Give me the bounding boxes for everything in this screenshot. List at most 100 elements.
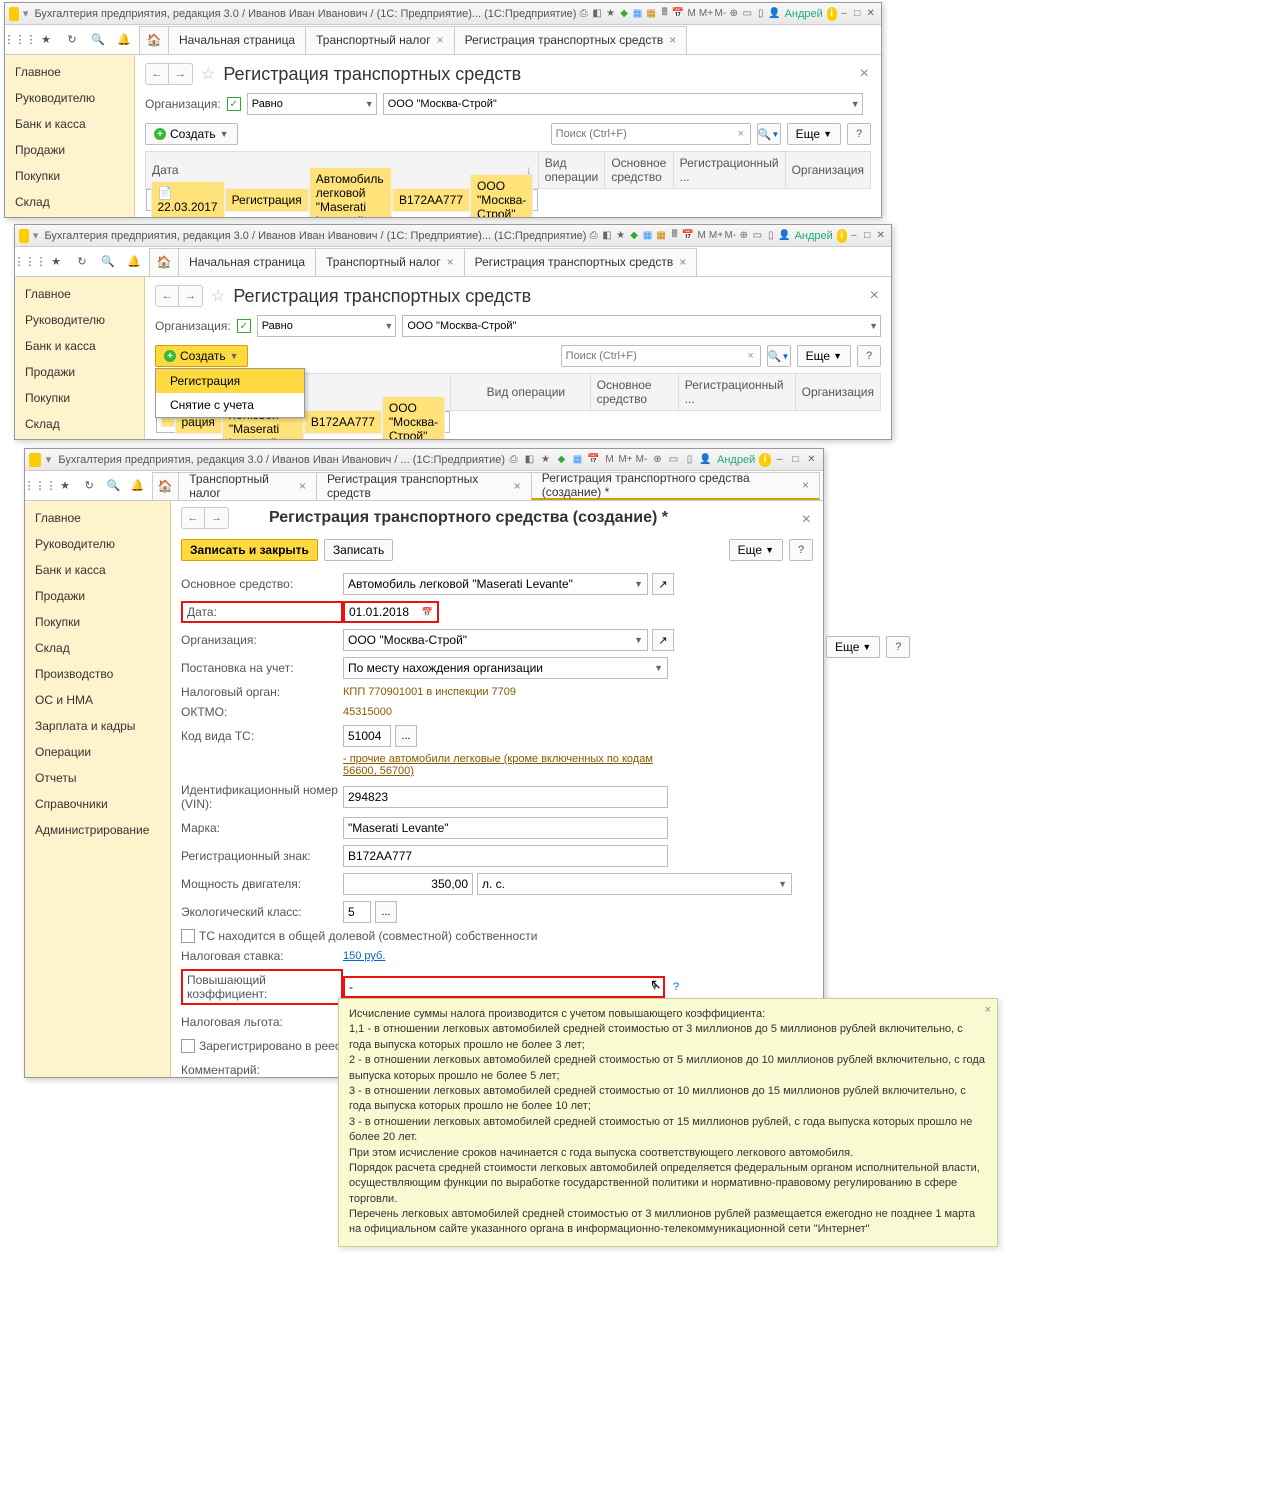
nav-fwd-button[interactable]: → <box>205 507 229 529</box>
m-icon[interactable]: M <box>602 452 617 468</box>
bell-icon[interactable]: 🔔 <box>123 251 145 273</box>
tool-icon-5[interactable]: ▦ <box>655 228 668 244</box>
sidebar-item[interactable]: Администрирование <box>25 817 170 843</box>
tab-close-icon[interactable]: × <box>447 255 454 269</box>
info-icon[interactable]: i <box>827 7 837 21</box>
sidebar-item[interactable]: Продажи <box>25 583 170 609</box>
asset-select[interactable]: Автомобиль легковой "Maserati Levante"▼ <box>343 573 648 595</box>
search-field[interactable] <box>552 128 732 140</box>
sidebar-item-sales[interactable]: Продажи <box>5 137 134 163</box>
m-icon[interactable]: M <box>695 228 708 244</box>
sidebar-item-bank[interactable]: Банк и касса <box>15 333 144 359</box>
open-button[interactable]: ↗ <box>652 573 674 595</box>
search-button[interactable]: 🔍▼ <box>767 345 791 367</box>
create-button[interactable]: Создать ▼ <box>155 345 248 367</box>
page-close-icon[interactable]: × <box>870 287 879 305</box>
calendar-icon[interactable]: 📅 <box>422 607 433 618</box>
tool-icon-4[interactable]: ▦ <box>631 6 644 22</box>
sidebar-item[interactable]: Склад <box>25 635 170 661</box>
star-icon[interactable]: ★ <box>45 251 67 273</box>
panel2-icon[interactable]: ▯ <box>755 6 768 22</box>
sidebar-item[interactable]: Главное <box>25 505 170 531</box>
col-operation[interactable]: Вид операции <box>538 152 605 189</box>
tab-home[interactable]: 🏠 <box>149 248 179 276</box>
bell-icon[interactable]: 🔔 <box>127 475 147 497</box>
sidebar-item-bank[interactable]: Банк и касса <box>5 111 134 137</box>
col-org[interactable]: Организация <box>795 374 880 411</box>
col-asset[interactable]: Основное средство <box>590 374 678 411</box>
shared-checkbox[interactable] <box>181 929 195 943</box>
tool-icon-2[interactable]: ★ <box>538 452 553 468</box>
print-icon[interactable]: ⎙ <box>577 6 590 22</box>
help-button[interactable]: ? <box>847 123 871 145</box>
panel-icon[interactable]: ▭ <box>751 228 764 244</box>
minimize-button[interactable]: – <box>838 6 851 22</box>
org-checkbox[interactable]: ✓ <box>227 97 241 111</box>
vin-input[interactable]: 294823 <box>343 786 668 808</box>
filter-condition-select[interactable]: Равно▼ <box>257 315 397 337</box>
tool-icon-3[interactable]: ◆ <box>554 452 569 468</box>
pick-button[interactable]: ... <box>375 901 397 923</box>
more-button[interactable]: Еще ▼ <box>729 539 783 561</box>
clear-icon[interactable]: × <box>732 128 750 140</box>
panel2-icon[interactable]: ▯ <box>682 452 697 468</box>
col-regno[interactable]: Регистрационный ... <box>673 152 785 189</box>
tool-icon-3[interactable]: ◆ <box>618 6 631 22</box>
apps-icon[interactable]: ⋮⋮⋮ <box>29 475 51 497</box>
tab-close-icon[interactable]: × <box>299 479 306 493</box>
maximize-button[interactable]: □ <box>788 452 803 468</box>
maximize-button[interactable]: □ <box>861 228 874 244</box>
tool-icon-4[interactable]: ▦ <box>570 452 585 468</box>
apps-icon[interactable]: ⋮⋮⋮ <box>19 251 41 273</box>
sidebar-item[interactable]: ОС и НМА <box>25 687 170 713</box>
calendar-icon[interactable]: 📅 <box>586 452 601 468</box>
tab-close-icon[interactable]: × <box>514 479 521 493</box>
tooltip-close-icon[interactable]: × <box>985 1003 991 1018</box>
nav-fwd-button[interactable]: → <box>179 285 203 307</box>
filter-condition-select[interactable]: Равно▼ <box>247 93 377 115</box>
search-icon[interactable]: 🔍 <box>87 29 109 51</box>
bell-icon[interactable]: 🔔 <box>113 29 135 51</box>
col-asset[interactable]: Основное средство <box>605 152 673 189</box>
open-button[interactable]: ↗ <box>652 629 674 651</box>
tab-transport-tax[interactable]: Транспортный налог× <box>305 26 455 54</box>
zoom-icon[interactable]: ⊕ <box>738 228 751 244</box>
tab-close-icon[interactable]: × <box>669 33 676 47</box>
reg-select[interactable]: По месту нахождения организации▼ <box>343 657 668 679</box>
org-select[interactable]: ООО "Москва-Строй"▼ <box>343 629 648 651</box>
minimize-button[interactable]: – <box>772 452 787 468</box>
eco-input[interactable]: 5 <box>343 901 371 923</box>
menu-item-deregistration[interactable]: Снятие с учета <box>156 393 304 417</box>
filter-org-select[interactable]: ООО "Москва-Строй"▼ <box>383 93 863 115</box>
col-org[interactable]: Организация <box>785 152 870 189</box>
sidebar-item[interactable]: Банк и касса <box>25 557 170 583</box>
tab-registration[interactable]: Регистрация транспортных средств× <box>464 248 698 276</box>
col-regno[interactable]: Регистрационный ... <box>678 374 795 411</box>
sidebar-item-purchases[interactable]: Покупки <box>15 385 144 411</box>
more-button-peek[interactable]: Еще ▼ <box>826 636 880 658</box>
more-button[interactable]: Еще ▼ <box>787 123 841 145</box>
registered-checkbox[interactable] <box>181 1039 195 1053</box>
page-close-icon[interactable]: × <box>802 511 811 529</box>
tool-icon-3[interactable]: ◆ <box>628 228 641 244</box>
nav-back-button[interactable]: ← <box>155 285 179 307</box>
search-field[interactable] <box>562 350 742 362</box>
dropdown-icon[interactable]: ▾ <box>21 7 31 21</box>
panel2-icon[interactable]: ▯ <box>765 228 778 244</box>
tab-home[interactable]: 🏠 <box>139 26 169 54</box>
search-icon[interactable]: 🔍 <box>103 475 123 497</box>
create-button[interactable]: Создать ▼ <box>145 123 238 145</box>
filter-org-select[interactable]: ООО "Москва-Строй"▼ <box>402 315 881 337</box>
regno-input[interactable]: B172AA777 <box>343 845 668 867</box>
search-icon[interactable]: 🔍 <box>97 251 119 273</box>
history-icon[interactable]: ↻ <box>79 475 99 497</box>
m-plus-icon[interactable]: M+ <box>618 452 633 468</box>
dropdown-icon[interactable]: ▾ <box>43 453 55 467</box>
history-icon[interactable]: ↻ <box>61 29 83 51</box>
print-icon[interactable]: ⎙ <box>587 228 600 244</box>
dropdown-icon[interactable]: ▾ <box>31 229 41 243</box>
brand-input[interactable]: "Maserati Levante" <box>343 817 668 839</box>
rate-link[interactable]: 150 руб. <box>343 950 385 962</box>
history-icon[interactable]: ↻ <box>71 251 93 273</box>
clear-icon[interactable]: × <box>742 350 760 362</box>
